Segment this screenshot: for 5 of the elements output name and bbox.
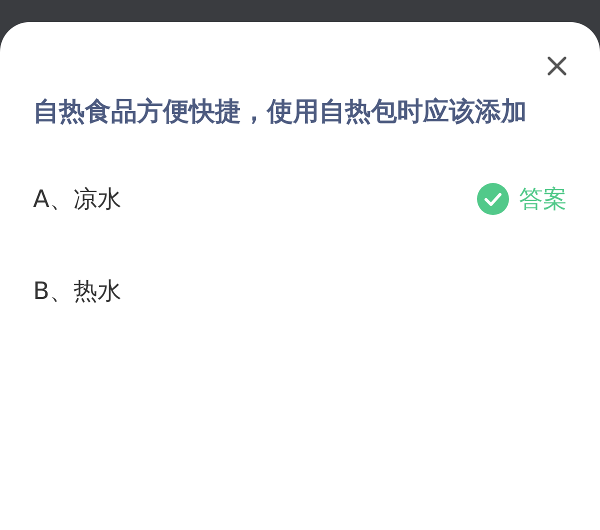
check-icon [477,183,509,215]
question-text: 自热食品方便快捷，使用自热包时应该添加 [33,96,528,129]
answer-label: 答案 [519,184,567,215]
option-label[interactable]: B、热水 [33,273,122,309]
option-label[interactable]: A、凉水 [33,181,122,217]
